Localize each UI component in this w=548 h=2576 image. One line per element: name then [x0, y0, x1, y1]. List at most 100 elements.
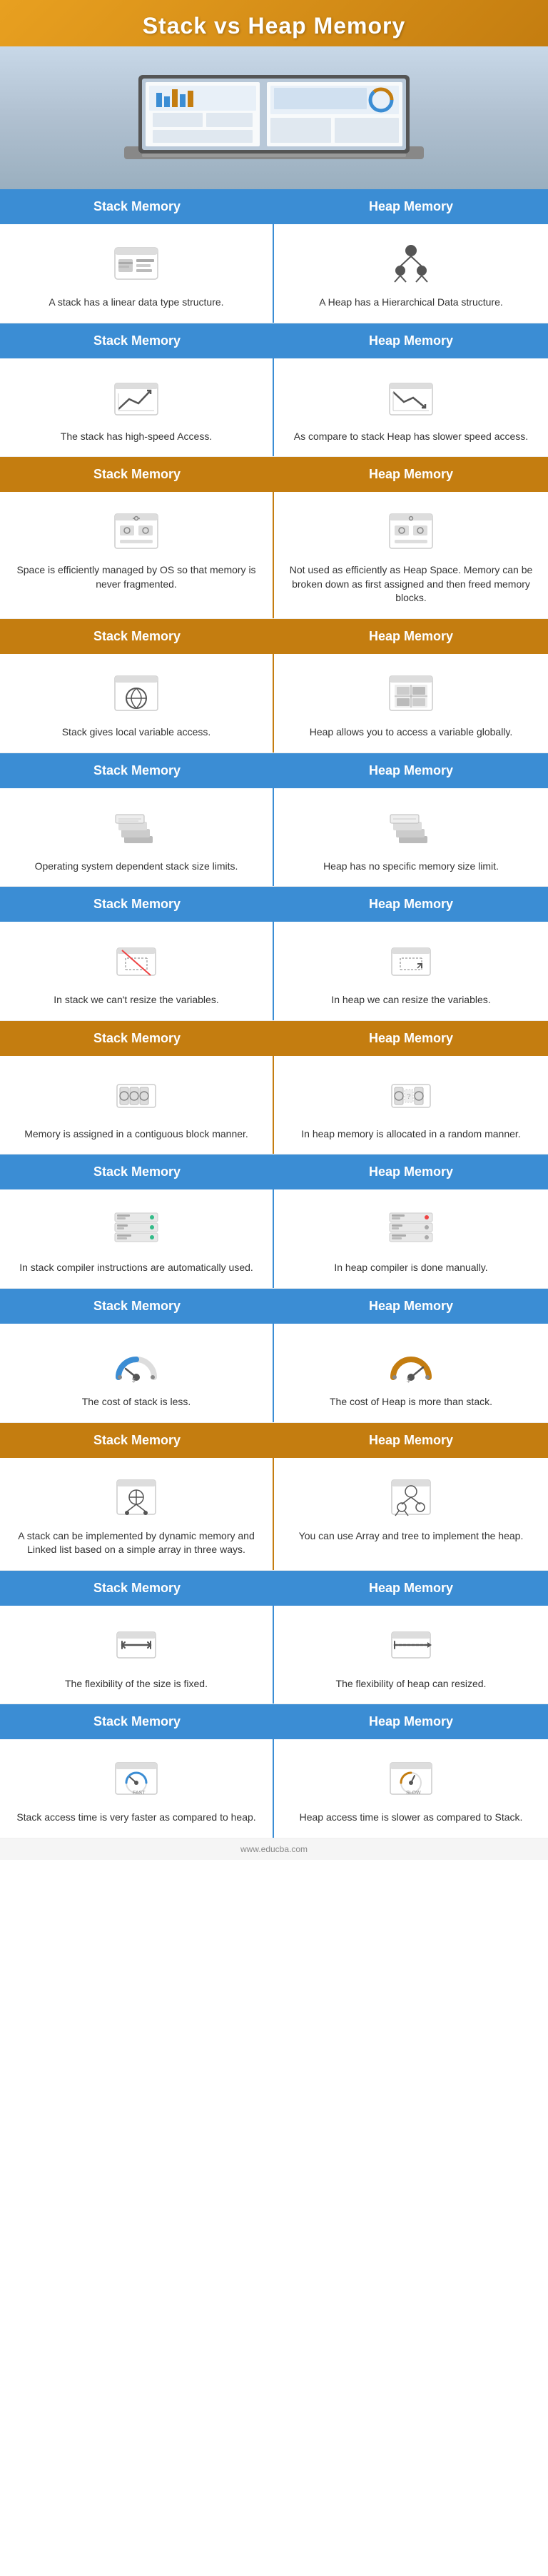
page-title: Stack vs Heap Memory — [7, 13, 541, 39]
heap-icon-1 — [382, 373, 440, 423]
stack-header-4: Stack Memory — [0, 753, 274, 788]
heap-cell-0: A Heap has a Hierarchical Data structure… — [274, 224, 548, 323]
stack-icon-10 — [108, 1620, 165, 1670]
footer: www.educba.com — [0, 1838, 548, 1860]
stack-cell-1: The stack has high-speed Access. — [0, 358, 274, 457]
content-row-8: $ The cost of stack is less. $ The cost … — [0, 1324, 548, 1423]
content-row-3: Stack gives local variable access. Heap … — [0, 654, 548, 753]
heap-header-3: Heap Memory — [274, 619, 548, 654]
heap-header-0: Heap Memory — [274, 189, 548, 224]
section-header-4: Stack Memory Heap Memory — [0, 753, 548, 788]
footer-text: www.educba.com — [240, 1844, 308, 1854]
stack-text-9: A stack can be implemented by dynamic me… — [11, 1529, 261, 1557]
stack-text-8: The cost of stack is less. — [82, 1395, 191, 1409]
stack-icon-7 — [108, 1204, 165, 1254]
heap-header-6: Heap Memory — [274, 1021, 548, 1056]
heap-cell-9: You can use Array and tree to implement … — [274, 1458, 548, 1570]
stack-header-6: Stack Memory — [0, 1021, 274, 1056]
stack-icon-11: FAST — [108, 1754, 165, 1803]
heap-icon-3 — [382, 668, 440, 718]
heap-text-6: In heap memory is allocated in a random … — [301, 1127, 520, 1142]
section-header-0: Stack Memory Heap Memory — [0, 189, 548, 224]
stack-cell-7: In stack compiler instructions are autom… — [0, 1189, 274, 1288]
svg-text:$: $ — [407, 1377, 410, 1384]
stack-cell-5: In stack we can't resize the variables. — [0, 922, 274, 1020]
heap-icon-0 — [382, 238, 440, 288]
stack-text-4: Operating system dependent stack size li… — [35, 860, 238, 874]
stack-header-2: Stack Memory — [0, 457, 274, 492]
heap-text-4: Heap has no specific memory size limit. — [323, 860, 499, 874]
stack-icon-9 — [108, 1472, 165, 1522]
content-row-9: A stack can be implemented by dynamic me… — [0, 1458, 548, 1571]
section-header-7: Stack Memory Heap Memory — [0, 1154, 548, 1189]
stack-header-3: Stack Memory — [0, 619, 274, 654]
stack-text-7: In stack compiler instructions are autom… — [19, 1261, 253, 1275]
stack-header-7: Stack Memory — [0, 1154, 274, 1189]
stack-cell-11: FAST Stack access time is very faster as… — [0, 1739, 274, 1838]
heap-icon-6: ? — [382, 1070, 440, 1120]
heap-icon-7 — [382, 1204, 440, 1254]
section-header-5: Stack Memory Heap Memory — [0, 887, 548, 922]
stack-cell-9: A stack can be implemented by dynamic me… — [0, 1458, 274, 1570]
stack-cell-2: Space is efficiently managed by OS so th… — [0, 492, 274, 618]
stack-icon-0 — [108, 238, 165, 288]
heap-text-11: Heap access time is slower as compared t… — [300, 1811, 523, 1825]
stack-icon-1 — [108, 373, 165, 423]
stack-icon-4 — [108, 803, 165, 852]
content-row-6: Memory is assigned in a contiguous block… — [0, 1056, 548, 1155]
content-row-11: FAST Stack access time is very faster as… — [0, 1739, 548, 1838]
stack-text-0: A stack has a linear data type structure… — [49, 296, 223, 310]
content-row-2: Space is efficiently managed by OS so th… — [0, 492, 548, 619]
heap-cell-7: In heap compiler is done manually. — [274, 1189, 548, 1288]
heap-header-5: Heap Memory — [274, 887, 548, 922]
heap-text-2: Not used as efficiently as Heap Space. M… — [285, 563, 537, 605]
svg-text:FAST: FAST — [133, 1791, 146, 1796]
heap-icon-11: SLOW — [382, 1754, 440, 1803]
comparison-table: Stack Memory Heap Memory A stack has a l… — [0, 189, 548, 1838]
stack-header-8: Stack Memory — [0, 1289, 274, 1324]
section-header-8: Stack Memory Heap Memory — [0, 1289, 548, 1324]
heap-header-4: Heap Memory — [274, 753, 548, 788]
section-header-9: Stack Memory Heap Memory — [0, 1423, 548, 1458]
content-row-0: A stack has a linear data type structure… — [0, 224, 548, 323]
svg-text:?: ? — [407, 1093, 411, 1101]
heap-header-10: Heap Memory — [274, 1571, 548, 1606]
heap-header-7: Heap Memory — [274, 1154, 548, 1189]
section-header-3: Stack Memory Heap Memory — [0, 619, 548, 654]
heap-text-1: As compare to stack Heap has slower spee… — [294, 430, 528, 444]
heap-cell-3: Heap allows you to access a variable glo… — [274, 654, 548, 753]
stack-icon-8: $ — [108, 1338, 165, 1388]
heap-text-3: Heap allows you to access a variable glo… — [310, 725, 513, 740]
heap-icon-5 — [382, 936, 440, 986]
heap-cell-11: SLOW Heap access time is slower as compa… — [274, 1739, 548, 1838]
stack-cell-6: Memory is assigned in a contiguous block… — [0, 1056, 274, 1154]
stack-text-3: Stack gives local variable access. — [62, 725, 211, 740]
heap-header-2: Heap Memory — [274, 457, 548, 492]
hero-image — [0, 46, 548, 189]
heap-cell-4: Heap has no specific memory size limit. — [274, 788, 548, 887]
stack-cell-4: Operating system dependent stack size li… — [0, 788, 274, 887]
heap-text-8: The cost of Heap is more than stack. — [330, 1395, 492, 1409]
heap-header-1: Heap Memory — [274, 323, 548, 358]
stack-cell-3: Stack gives local variable access. — [0, 654, 274, 753]
heap-text-5: In heap we can resize the variables. — [331, 993, 490, 1007]
heap-header-8: Heap Memory — [274, 1289, 548, 1324]
stack-header-9: Stack Memory — [0, 1423, 274, 1458]
stack-icon-3 — [108, 668, 165, 718]
heap-icon-2 — [382, 506, 440, 556]
heap-icon-9 — [382, 1472, 440, 1522]
heap-cell-6: ? In heap memory is allocated in a rando… — [274, 1056, 548, 1154]
heap-header-9: Heap Memory — [274, 1423, 548, 1458]
heap-cell-5: In heap we can resize the variables. — [274, 922, 548, 1020]
heap-cell-10: The flexibility of heap can resized. — [274, 1606, 548, 1704]
page-header: Stack vs Heap Memory — [0, 0, 548, 46]
stack-header-5: Stack Memory — [0, 887, 274, 922]
stack-header-11: Stack Memory — [0, 1704, 274, 1739]
stack-icon-2 — [108, 506, 165, 556]
stack-text-2: Space is efficiently managed by OS so th… — [11, 563, 261, 591]
section-header-11: Stack Memory Heap Memory — [0, 1704, 548, 1739]
heap-icon-4 — [382, 803, 440, 852]
stack-text-6: Memory is assigned in a contiguous block… — [24, 1127, 248, 1142]
heap-cell-2: Not used as efficiently as Heap Space. M… — [274, 492, 548, 618]
section-header-10: Stack Memory Heap Memory — [0, 1571, 548, 1606]
